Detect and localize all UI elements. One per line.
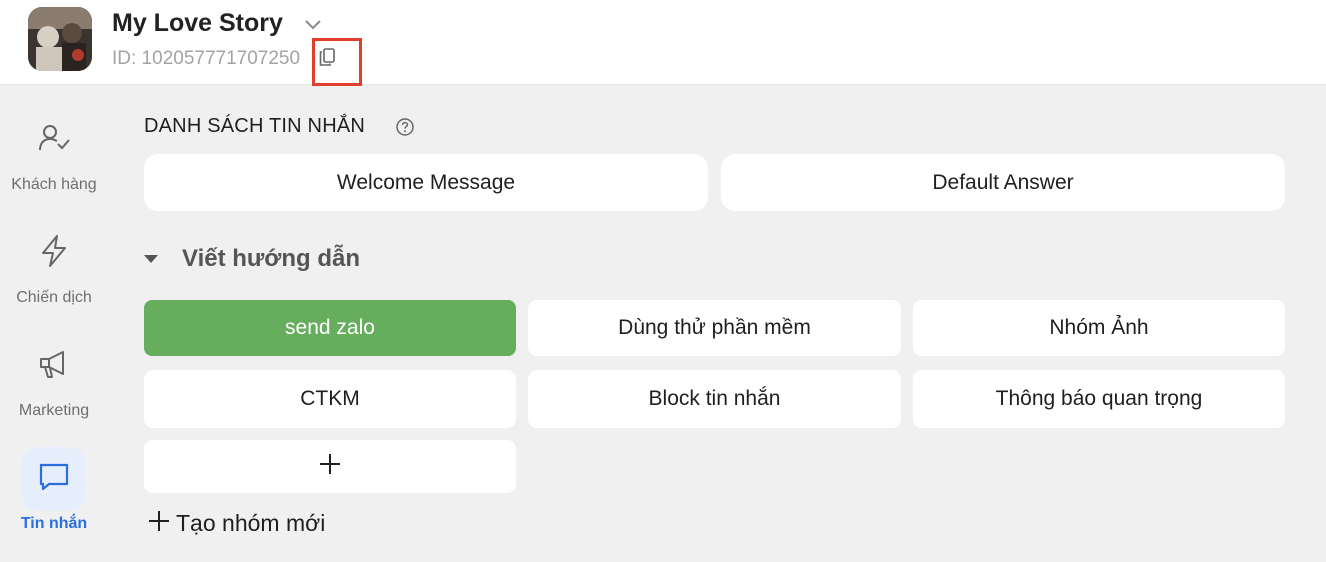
lightning-icon [39,234,69,273]
sidebar: Khách hàng Chiến dịch Marketing Tin nhắn [0,86,108,562]
avatar[interactable] [28,7,92,71]
default-answer-button[interactable]: Default Answer [721,154,1285,211]
group-title: Viết hướng dẫn [182,245,361,272]
sidebar-item-tin-nhan[interactable]: Tin nhắn [0,447,108,533]
user-check-icon [37,121,71,160]
add-message-button[interactable] [144,440,516,493]
sidebar-item-label: Tin nhắn [20,515,88,532]
create-group-button[interactable]: Tạo nhóm mới [148,510,325,537]
megaphone-icon [37,347,71,386]
plus-icon [319,453,341,481]
welcome-message-button[interactable]: Welcome Message [144,154,708,211]
sidebar-icon-wrap [22,447,86,511]
sidebar-item-label: Chiến dịch [16,289,92,306]
message-item-block[interactable]: Block tin nhắn [528,370,901,428]
chevron-down-icon[interactable] [305,17,321,35]
page-id: ID: 102057771707250 [112,48,301,69]
sidebar-item-label: Marketing [18,402,90,419]
caret-down-icon [144,255,158,263]
message-icon [37,461,71,498]
help-icon[interactable] [395,117,415,142]
sidebar-icon-wrap [22,221,86,285]
section-title: DANH SÁCH TIN NHẮN [144,115,366,137]
plus-icon [148,510,170,537]
message-item-nhom-anh[interactable]: Nhóm Ảnh [913,300,1285,356]
header: My Love Story ID: 102057771707250 [0,0,1326,86]
sidebar-item-chien-dich[interactable]: Chiến dịch [0,221,108,307]
sidebar-item-label: Khách hàng [11,176,97,193]
sidebar-icon-wrap [22,334,86,398]
sidebar-icon-wrap [22,108,86,172]
message-item-dung-thu[interactable]: Dùng thử phần mềm [528,300,901,356]
message-item-thong-bao[interactable]: Thông báo quan trọng [913,370,1285,428]
message-item-send-zalo[interactable]: send zalo [144,300,516,356]
message-item-ctkm[interactable]: CTKM [144,370,516,428]
page-title: My Love Story [112,9,283,37]
copy-id-button[interactable] [312,38,362,86]
sidebar-item-khach-hang[interactable]: Khách hàng [0,108,108,194]
sidebar-item-marketing[interactable]: Marketing [0,334,108,420]
create-group-label: Tạo nhóm mới [176,510,326,536]
group-toggle[interactable]: Viết hướng dẫn [142,245,360,273]
